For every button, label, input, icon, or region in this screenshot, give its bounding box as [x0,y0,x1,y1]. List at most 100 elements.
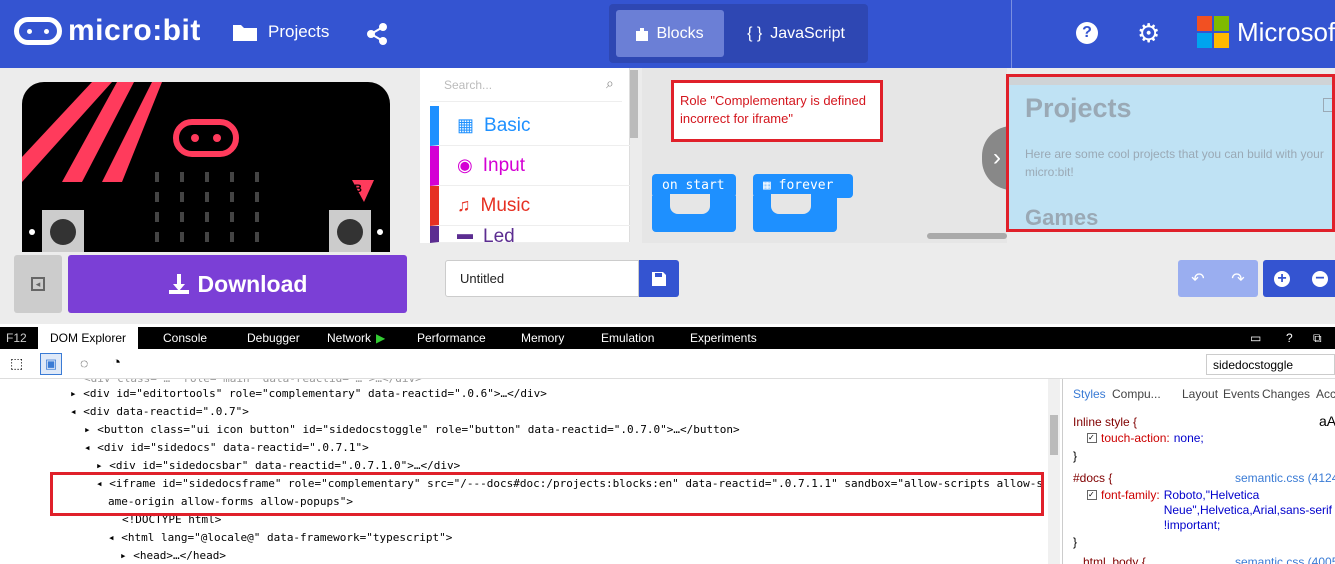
simulator-board[interactable]: B [22,82,390,252]
tab-network[interactable]: Network [327,327,371,349]
dom-line-text: <div id="sidedocs" data-reactid=".0.7.1"… [97,441,369,454]
javascript-tab[interactable]: { } JavaScript [731,10,861,57]
dom-line[interactable]: ▸ <button class="ui icon button" id="sid… [84,421,740,439]
html-body-rule: html, body { [1083,555,1146,564]
record-icon: ▶ [376,331,386,345]
dom-scrollbar[interactable] [1048,379,1060,564]
inline-style-rule: Inline style { [1073,415,1138,429]
microsoft-logo[interactable]: Microsoft [1197,16,1335,48]
redo-icon[interactable]: ↷ [1218,260,1258,297]
styles-panel: Styles Compu... Layout Events Changes Ac… [1062,379,1335,564]
toolbox-search[interactable]: Search... ⌕ [430,68,622,102]
toolbox-scrollbar[interactable] [630,70,638,138]
blocks-label: Blocks [656,24,704,42]
workspace-scrollbar[interactable] [927,233,1007,239]
gear-icon[interactable]: ⚙ [1137,18,1160,49]
undo-icon[interactable]: ↶ [1178,260,1218,297]
toolbox: Search... ⌕ ▦ Basic ◉ Input ♫ Music ▬ Le… [420,68,638,243]
on-start-label: on start [662,178,725,193]
prop-row[interactable]: ✓ font-family: Roboto,"Helvetica Neue",H… [1087,488,1332,533]
category-led[interactable]: ▬ Led [430,226,630,243]
tab-emulation[interactable]: Emulation [601,327,654,349]
touch-icon[interactable]: ◔ [112,354,121,371]
dom-line-text: <head>…</head> [133,549,226,562]
console-toggle-icon[interactable]: ▭ [1250,327,1261,349]
dom-line[interactable]: ▸ <head>…</head> [120,547,226,564]
prop-value: none; [1173,431,1204,445]
help-icon[interactable]: ? [1076,22,1098,44]
svg-text:B: B [354,183,362,195]
dom-line-text: <button class="ui icon button" id="sided… [97,423,740,436]
brand-label: micro:bit [68,14,201,47]
tab-styles[interactable]: Styles [1073,387,1106,401]
category-input[interactable]: ◉ Input [430,146,630,186]
undock-icon[interactable]: ⧉ [1313,327,1322,349]
blocks-workspace[interactable]: Role "Complementary is defined incorrect… [642,68,1012,243]
rule-close: } [1073,535,1078,549]
dom-line[interactable]: ▸ <div id="editortools" role="complement… [70,385,547,403]
source-link[interactable]: semantic.css (4005) [1235,555,1335,564]
tab-layout[interactable]: Layout [1182,387,1218,401]
dom-toolbar: ⬚ ▣ ◌ ◔ sidedocstoggle [0,349,1335,379]
tab-dom-explorer[interactable]: DOM Explorer [38,327,138,349]
category-music[interactable]: ♫ Music [430,186,630,226]
dom-line[interactable]: ◂ <div id="sidedocs" data-reactid=".0.7.… [84,439,369,457]
braces-icon: { } [747,24,763,42]
checkbox-icon[interactable]: ✓ [1087,490,1097,500]
help-icon[interactable]: ? [1286,327,1293,349]
tab-console[interactable]: Console [163,327,207,349]
category-label: Basic [484,114,531,136]
share-button[interactable] [365,22,389,51]
tab-memory[interactable]: Memory [521,327,564,349]
zoom-out-icon[interactable]: − [1305,260,1335,297]
headphones-icon: ♫ [457,195,471,215]
text-size-icon[interactable]: aA [1319,413,1335,429]
refresh-icon[interactable]: ◌ [80,355,88,371]
category-basic[interactable]: ▦ Basic [430,106,630,146]
collapse-simulator-button[interactable]: ◂ [14,255,62,313]
project-name-input[interactable]: Untitled [445,260,639,297]
forever-body[interactable] [753,194,837,232]
dom-line[interactable]: ◂ <html lang="@locale@" data-framework="… [108,529,452,547]
annotation-box: Role "Complementary is defined incorrect… [671,80,883,142]
javascript-label: JavaScript [770,24,845,42]
prop-value: Roboto,"Helvetica Neue",Helvetica,Arial,… [1163,488,1333,532]
toggle-icon: ▬ [457,226,473,243]
download-icon [168,274,189,294]
select-element-icon[interactable]: ⬚ [10,355,23,372]
dom-line-text: <div data-reactid=".0.7"> [83,405,249,418]
dom-search-input[interactable]: sidedocstoggle [1206,354,1335,375]
editor-toggle: Blocks { } JavaScript [609,4,868,63]
save-icon [652,271,666,286]
microbit-logo[interactable]: micro:bit [14,14,201,48]
microsoft-label: Microsoft [1237,16,1335,47]
dom-line[interactable]: ◂ <div data-reactid=".0.7"> [70,403,249,421]
divider [1011,0,1012,68]
grid-icon: ▦ [457,115,475,135]
save-button[interactable] [639,260,679,297]
projects-button[interactable]: Projects [232,22,329,42]
zoom-in-icon[interactable]: + [1263,260,1301,297]
app-root: micro:bit Projects Blocks { } JavaScript… [0,0,1335,564]
search-icon: ⌕ [606,75,614,91]
tab-changes[interactable]: Changes [1262,387,1310,401]
tab-debugger[interactable]: Debugger [247,327,300,349]
checkbox-icon[interactable]: ✓ [1087,433,1097,443]
tab-experiments[interactable]: Experiments [690,327,757,349]
prop-name: touch-action: [1101,431,1170,445]
tab-events[interactable]: Events [1223,387,1260,401]
prop-row[interactable]: ✓ touch-action: none; [1087,431,1204,445]
annotation-text: Role "Complementary is defined incorrect… [680,93,866,126]
download-button[interactable]: Download [68,255,407,313]
tab-accessibility[interactable]: Accessi [1316,387,1335,401]
tab-computed[interactable]: Compu... [1112,387,1161,401]
on-start-body[interactable] [652,194,736,232]
iframe-highlight-box [50,472,1044,516]
search-input[interactable]: Search... [444,78,492,92]
board-graphic: B [22,82,383,252]
source-link[interactable]: semantic.css (41243) [1235,471,1335,485]
highlight-icon[interactable]: ▣ [40,353,62,375]
blocks-tab[interactable]: Blocks [616,10,724,57]
sidedocs-highlight-box [1006,74,1335,232]
tab-performance[interactable]: Performance [417,327,486,349]
